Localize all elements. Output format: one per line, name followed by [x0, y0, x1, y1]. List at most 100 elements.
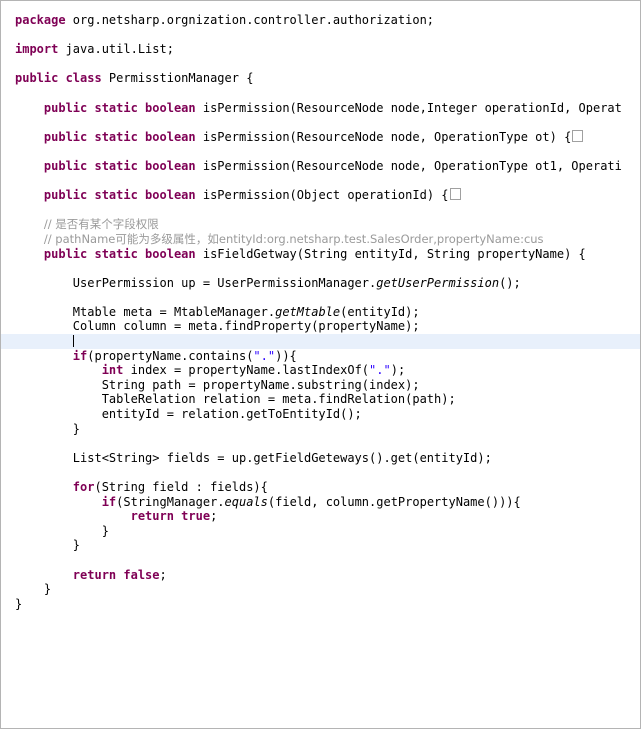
- code-token-kw: import: [15, 42, 59, 57]
- code-token-plain: Mtable meta = MtableManager.: [15, 304, 276, 319]
- code-token-plain: UserPermission up = UserPermissionManage…: [15, 275, 377, 290]
- code-token-plain: ;: [159, 567, 167, 582]
- code-line[interactable]: }: [1, 422, 640, 437]
- code-line[interactable]: Column column = meta.findProperty(proper…: [1, 319, 640, 334]
- code-line[interactable]: public static boolean isFieldGetway(Stri…: [1, 247, 640, 262]
- code-token-kw: for: [72, 480, 95, 494]
- code-line[interactable]: List<String> fields = up.getFieldGeteway…: [1, 451, 640, 466]
- code-token-kw: public static boolean: [43, 158, 196, 173]
- code-line[interactable]: [1, 86, 640, 101]
- code-token-kw: package: [15, 13, 66, 27]
- code-token-plain: isPermission(ResourceNode node, Operatio…: [195, 158, 622, 173]
- code-token-plain: isFieldGetway(String entityId, String pr…: [195, 246, 586, 261]
- code-line[interactable]: [1, 144, 640, 159]
- code-token-stat: getUserPermission: [376, 275, 500, 290]
- code-token-plain: }: [15, 582, 52, 597]
- code-token-kw: public static boolean: [43, 100, 196, 115]
- folded-code-placeholder[interactable]: [449, 188, 461, 201]
- code-line-active[interactable]: [1, 334, 640, 349]
- code-token-plain: )){: [275, 348, 297, 363]
- code-line[interactable]: import java.util.List;: [1, 42, 640, 57]
- code-text-area[interactable]: package org.netsharp.orgnization.control…: [1, 1, 640, 611]
- code-line[interactable]: // pathName可能为多级属性，如entityId:org.netshar…: [1, 232, 640, 247]
- code-token-plain: (String field : fields){: [94, 480, 268, 494]
- code-line[interactable]: UserPermission up = UserPermissionManage…: [1, 276, 640, 291]
- code-token-plain: }: [15, 421, 81, 436]
- code-line[interactable]: [1, 465, 640, 480]
- code-line[interactable]: package org.netsharp.orgnization.control…: [1, 13, 640, 28]
- code-token-plain: (entityId);: [340, 304, 420, 319]
- code-token-plain: isPermission(ResourceNode node,Integer o…: [195, 100, 622, 115]
- code-token-plain: String path = propertyName.substring(ind…: [15, 377, 420, 392]
- code-token-cmt: // pathName可能为多级属性，如entityId:org.netshar…: [43, 231, 544, 246]
- code-line[interactable]: Mtable meta = MtableManager.getMtable(en…: [1, 305, 640, 320]
- code-line[interactable]: [1, 203, 640, 218]
- code-line[interactable]: [1, 436, 640, 451]
- code-token-plain: isPermission(ResourceNode node, Operatio…: [195, 129, 572, 144]
- code-token-plain: }: [15, 538, 81, 553]
- code-line[interactable]: if(propertyName.contains(".")){: [1, 349, 640, 364]
- code-line[interactable]: TableRelation relation = meta.findRelati…: [1, 392, 640, 407]
- code-token-plain: TableRelation relation = meta.findRelati…: [15, 392, 456, 407]
- code-token-kw: if: [101, 494, 117, 509]
- code-token-plain: isPermission(Object operationId) {: [195, 188, 449, 203]
- code-token-plain: java.util.List;: [58, 42, 174, 57]
- code-line[interactable]: [1, 57, 640, 72]
- code-line[interactable]: }: [1, 538, 640, 553]
- text-cursor: [72, 335, 75, 348]
- code-token-plain: );: [390, 363, 406, 378]
- code-token-kw: public static boolean: [43, 188, 196, 203]
- code-line[interactable]: [1, 115, 640, 130]
- code-line[interactable]: entityId = relation.getToEntityId();: [1, 407, 640, 422]
- code-line[interactable]: [1, 174, 640, 189]
- code-line[interactable]: }: [1, 582, 640, 597]
- code-line[interactable]: return true;: [1, 509, 640, 524]
- code-line[interactable]: [1, 28, 640, 43]
- code-token-plain: Column column = meta.findProperty(proper…: [15, 319, 420, 334]
- code-token-plain: (StringManager.: [116, 494, 225, 509]
- code-line[interactable]: public static boolean isPermission(Resou…: [1, 159, 640, 174]
- code-token-str: ".": [253, 348, 276, 363]
- code-line[interactable]: for(String field : fields){: [1, 480, 640, 495]
- code-line[interactable]: [1, 290, 640, 305]
- code-line[interactable]: [1, 553, 640, 568]
- code-token-kw: return true: [130, 509, 211, 524]
- code-token-plain: }: [15, 523, 109, 538]
- code-token-plain: org.netsharp.orgnization.controller.auth…: [65, 13, 435, 27]
- code-line[interactable]: public static boolean isPermission(Resou…: [1, 129, 640, 145]
- code-token-plain: index = propertyName.lastIndexOf(: [123, 363, 370, 378]
- code-token-kw: public static boolean: [43, 129, 196, 144]
- code-line[interactable]: public static boolean isPermission(Objec…: [1, 188, 640, 203]
- code-token-kw: return false: [72, 567, 160, 582]
- code-line[interactable]: String path = propertyName.substring(ind…: [1, 378, 640, 393]
- code-token-kw: public class: [15, 71, 102, 86]
- folded-code-placeholder[interactable]: [572, 129, 584, 142]
- code-line[interactable]: return false;: [1, 568, 640, 583]
- code-editor[interactable]: package org.netsharp.orgnization.control…: [0, 0, 641, 729]
- code-line[interactable]: if(StringManager.equals(field, column.ge…: [1, 495, 640, 510]
- code-line[interactable]: // 是否有某个字段权限: [1, 217, 640, 232]
- code-line[interactable]: public class PermisstionManager {: [1, 71, 640, 86]
- code-token-plain: (propertyName.contains(: [87, 348, 254, 363]
- code-token-stat: equals: [224, 494, 268, 509]
- code-line[interactable]: }: [1, 597, 640, 612]
- code-line[interactable]: int index = propertyName.lastIndexOf("."…: [1, 363, 640, 378]
- code-line[interactable]: [1, 261, 640, 276]
- code-line[interactable]: }: [1, 524, 640, 539]
- code-line[interactable]: public static boolean isPermission(Resou…: [1, 101, 640, 116]
- code-token-plain: entityId = relation.getToEntityId();: [15, 407, 362, 422]
- code-token-plain: (field, column.getPropertyName())){: [267, 494, 521, 509]
